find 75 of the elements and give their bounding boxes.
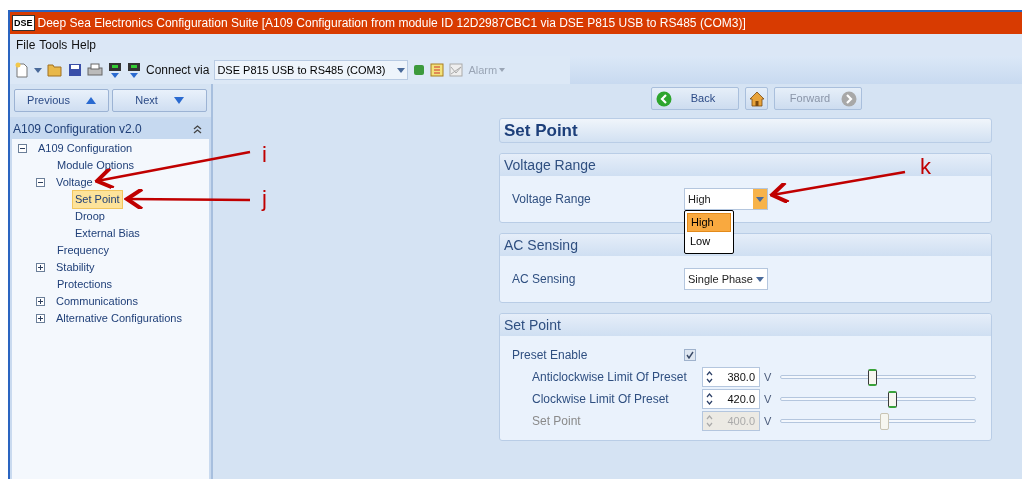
annotation-label: j: [262, 188, 267, 210]
download-chip-icon[interactable]: [127, 62, 141, 78]
tree-item[interactable]: Frequency: [54, 241, 112, 260]
spin-field[interactable]: 380.0: [702, 367, 760, 387]
page-title: Set Point: [504, 119, 578, 142]
dropdown[interactable]: Single Phase: [684, 268, 768, 290]
expand-icon[interactable]: [36, 263, 45, 272]
dropdown-option[interactable]: Low: [687, 232, 731, 251]
tree-item[interactable]: Stability: [53, 258, 98, 277]
spin-value: 400.0: [727, 413, 756, 429]
caret-icon: [499, 68, 506, 72]
next-button[interactable]: Next: [112, 89, 207, 112]
field-label: Clockwise Limit Of Preset: [532, 391, 670, 408]
home-button[interactable]: [745, 87, 768, 110]
up-arrow-icon: [85, 97, 96, 104]
dropdown-value: High: [687, 191, 712, 207]
tree-item[interactable]: Module Options: [54, 156, 138, 175]
tree-item[interactable]: Voltage: [53, 173, 96, 192]
tree-item[interactable]: Communications: [53, 292, 141, 311]
caret-icon: [397, 67, 406, 73]
window-title: Deep Sea Electronics Configuration Suite [A109 Configuration from module ID 12D2987CBC1 via DSE P815 USB to RS485 (COM3)]: [37, 15, 746, 32]
collapse-icon[interactable]: [18, 144, 27, 153]
slider-thumb[interactable]: [887, 391, 897, 408]
tree-item[interactable]: Protections: [54, 275, 116, 294]
printer-icon[interactable]: [87, 63, 103, 77]
collapse-icon[interactable]: [36, 178, 45, 187]
expand-icon[interactable]: [36, 297, 45, 306]
tree-item[interactable]: A109 Configuration: [35, 139, 136, 158]
section-title: Set Point: [500, 314, 991, 336]
dropdown-option[interactable]: High: [687, 213, 731, 232]
collapse-panel-icon[interactable]: [193, 124, 202, 134]
slider-thumb[interactable]: [868, 369, 878, 386]
connection-dropdown[interactable]: DSE P815 USB to RS485 (COM3): [214, 60, 409, 80]
spinner-arrows-icon[interactable]: [706, 392, 713, 406]
open-folder-icon[interactable]: [47, 63, 63, 77]
dropdown-arrow-icon: [756, 196, 764, 202]
tree-item[interactable]: Set Point: [72, 190, 123, 209]
checklist-icon[interactable]: [430, 63, 445, 77]
chip-icon[interactable]: [413, 64, 426, 76]
tree-item[interactable]: Droop: [72, 207, 108, 226]
field-label: AC Sensing: [512, 271, 577, 288]
field-label: Voltage Range: [512, 191, 592, 208]
menu-item[interactable]: Help: [71, 36, 97, 54]
menu-item[interactable]: File: [16, 36, 36, 54]
field-label: Set Point: [532, 413, 582, 430]
previous-button[interactable]: Previous: [14, 89, 109, 112]
save-icon[interactable]: [68, 63, 82, 77]
annotation-label: k: [920, 156, 931, 178]
app-logo: DSE: [12, 15, 35, 31]
unit-label: V: [764, 391, 773, 407]
connect-label: Connect via: [146, 62, 210, 79]
expand-icon[interactable]: [36, 314, 45, 323]
checkmark-icon: [686, 351, 694, 359]
spin-value: 380.0: [727, 369, 756, 385]
tree-item[interactable]: External Bias: [72, 224, 143, 243]
spin-field[interactable]: 420.0: [702, 389, 760, 409]
sidebar-title: A109 Configuration v2.0: [13, 121, 142, 138]
menu-item[interactable]: Tools: [39, 36, 68, 54]
field-label: Anticlockwise Limit Of Preset: [532, 369, 688, 386]
unit-label: V: [764, 369, 773, 385]
dropdown[interactable]: High: [684, 188, 768, 210]
spin-value: 420.0: [727, 391, 756, 407]
checkbox[interactable]: [684, 349, 696, 361]
checkbox-label: Preset Enable: [512, 347, 589, 364]
dropdown-value: Single Phase: [687, 271, 753, 287]
home-icon: [748, 90, 765, 107]
connection-value: DSE P815 USB to RS485 (COM3): [217, 62, 387, 78]
unit-label: V: [764, 413, 773, 429]
back-button[interactable]: Back: [651, 87, 739, 110]
caret-icon: [34, 67, 42, 73]
spinner-arrows-icon[interactable]: [706, 370, 713, 384]
tree-item[interactable]: Alternative Configurations: [53, 309, 185, 328]
down-arrow-icon: [173, 97, 184, 104]
annotation-label: i: [262, 144, 267, 166]
dropdown-arrow-icon: [756, 276, 764, 282]
